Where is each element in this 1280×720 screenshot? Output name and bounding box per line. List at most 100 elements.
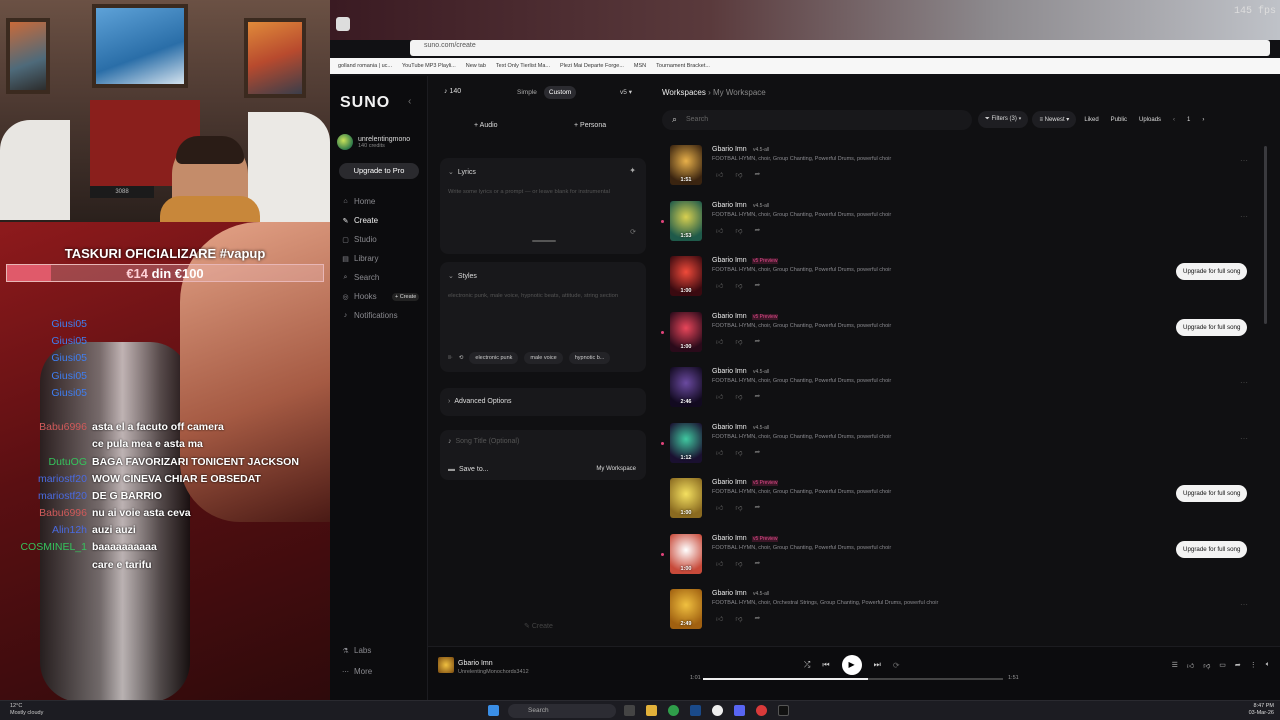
share-icon[interactable]: ➦ (754, 559, 760, 568)
previous-icon[interactable]: ⏮ (822, 660, 829, 670)
add-persona-button[interactable]: + Persona (574, 122, 606, 129)
song-title[interactable]: Gbario Imn (712, 146, 747, 153)
bookmark[interactable]: YouTube MP3 Playli... (402, 63, 456, 69)
more-options-icon[interactable]: ⋯ (1240, 434, 1248, 443)
sidebar-item-search[interactable]: ⌕ Search (342, 273, 380, 282)
more-options-icon[interactable]: ⋯ (1240, 156, 1248, 165)
song-title[interactable]: Gbario Imn (712, 535, 747, 542)
song-title-input[interactable]: ♪ Song Title (Optional) (448, 438, 519, 445)
like-icon[interactable]: 👍︎ (716, 614, 723, 623)
file-explorer-icon[interactable] (646, 705, 657, 716)
create-button[interactable]: ✎ Create (524, 622, 553, 630)
collapse-sidebar-icon[interactable]: ‹ (408, 96, 411, 107)
search-input[interactable]: Search (686, 116, 708, 123)
more-options-icon[interactable]: ⋯ (1240, 600, 1248, 609)
dislike-icon[interactable]: 👎︎ (735, 392, 742, 401)
song-row[interactable]: 1:00 Gbario Imn v5 Preview FOOTBAL HYMN, ch… (656, 309, 1280, 365)
dislike-icon[interactable]: 👎︎ (735, 226, 742, 235)
dislike-icon[interactable]: 👎︎ (735, 170, 742, 179)
next-icon[interactable]: ⏭ (874, 660, 881, 670)
suno-logo[interactable]: SUNO (340, 94, 390, 112)
styles-input[interactable]: electronic punk, male voice, hypnotic be… (448, 292, 628, 301)
song-thumbnail[interactable]: 1:53 (670, 200, 702, 241)
song-title[interactable]: Gbario Imn (712, 313, 747, 320)
workspace-select[interactable]: My Workspace (596, 466, 636, 472)
save-to-button[interactable]: ▬ Save to... (448, 466, 489, 473)
advanced-options[interactable]: › Advanced Options (440, 388, 646, 416)
scrollbar[interactable] (1264, 146, 1267, 324)
bookmark[interactable]: New tab (466, 63, 486, 69)
task-view-icon[interactable] (624, 705, 635, 716)
magic-wand-icon[interactable]: ✦ (629, 166, 636, 175)
song-title[interactable]: Gbario Imn (712, 479, 747, 486)
now-playing-artist[interactable]: UnrelentingMonochords3412 (458, 669, 529, 675)
song-row[interactable]: 1:12 Gbario Imn v4.5-all FOOTBAL HYMN, choi… (656, 420, 1280, 476)
share-icon[interactable]: ➦ (754, 392, 760, 401)
tag-bar-icon[interactable]: ⊪ (448, 355, 453, 361)
sort-button[interactable]: ≡ Newest ▾ (1032, 111, 1077, 128)
share-icon[interactable]: ➦ (754, 448, 760, 457)
song-row[interactable]: 1:51 Gbario Imn v4.5-all FOOTBAL HYMN, choi… (656, 142, 1280, 198)
volume-icon[interactable]: 🔈︎ (1266, 661, 1270, 670)
liked-filter[interactable]: Liked (1080, 112, 1102, 128)
like-icon[interactable]: 👍︎ (716, 559, 723, 568)
weather-widget[interactable]: 12°C Mostly cloudy (10, 703, 43, 717)
now-playing-title[interactable]: Gbario Imn (458, 660, 493, 667)
like-icon[interactable]: 👍︎ (716, 503, 723, 512)
like-icon[interactable]: 👍︎ (716, 226, 723, 235)
address-bar[interactable]: suno.com/create (410, 40, 1270, 56)
prev-page-icon[interactable]: ‹ (1169, 112, 1179, 128)
taskbar-search[interactable]: Search (508, 704, 616, 718)
obs-icon[interactable] (712, 705, 723, 716)
shuffle-icon[interactable]: ⤮ (804, 660, 810, 670)
like-icon[interactable]: 👍︎ (716, 337, 723, 346)
upgrade-full-song-button[interactable]: Upgrade for full song (1176, 263, 1248, 280)
dislike-icon[interactable]: 👎︎ (735, 281, 742, 290)
style-tag[interactable]: male voice (524, 352, 563, 364)
now-playing-thumbnail[interactable] (438, 657, 454, 673)
song-title[interactable]: Gbario Imn (712, 368, 747, 375)
sidebar-item-studio[interactable]: ▢ Studio (342, 235, 377, 244)
dislike-icon[interactable]: 👎︎ (735, 503, 742, 512)
sidebar-item-library[interactable]: ▤ Library (342, 254, 378, 263)
mode-custom[interactable]: Custom (543, 86, 577, 99)
account[interactable]: unrelentingmono 140 credits (337, 134, 410, 150)
song-row[interactable]: 1:53 Gbario Imn v4.5-all FOOTBAL HYMN, choi… (656, 198, 1280, 254)
more-options-icon[interactable]: ⋯ (1240, 378, 1248, 387)
style-tag[interactable]: electronic punk (469, 352, 519, 364)
like-icon[interactable]: 👍︎ (716, 281, 723, 290)
repeat-icon[interactable]: ⟳ (893, 661, 900, 670)
share-icon[interactable]: ➦ (754, 226, 760, 235)
windows-start-icon[interactable] (488, 705, 499, 716)
song-thumbnail[interactable]: 1:00 (670, 533, 702, 574)
lyrics-input[interactable]: Write some lyrics or a prompt — or leave… (448, 188, 638, 197)
browser-tab[interactable] (336, 17, 350, 31)
upgrade-to-pro-button[interactable]: Upgrade to Pro (339, 163, 419, 179)
song-thumbnail[interactable]: 2:49 (670, 589, 702, 629)
add-audio-button[interactable]: + Audio (474, 122, 498, 129)
like-icon[interactable]: 👍︎ (716, 392, 723, 401)
public-filter[interactable]: Public (1107, 112, 1131, 128)
sidebar-item-notifications[interactable]: ♪ Notifications (342, 311, 398, 320)
discord-icon[interactable] (734, 705, 745, 716)
upgrade-full-song-button[interactable]: Upgrade for full song (1176, 318, 1248, 336)
share-icon[interactable]: ➦ (754, 170, 760, 179)
sidebar-item-hooks[interactable]: ◎ Hooks (342, 292, 376, 301)
song-row[interactable]: 1:00 Gbario Imn v5 Preview FOOTBAL HYMN, ch… (656, 531, 1280, 587)
dislike-icon[interactable]: 👎︎ (735, 614, 742, 623)
bookmark[interactable]: golland romania | uc... (338, 63, 392, 69)
chrome-icon[interactable] (668, 705, 679, 716)
dislike-icon[interactable]: 👎︎ (735, 448, 742, 457)
song-title[interactable]: Gbario Imn (712, 424, 747, 431)
styles-header[interactable]: ⌄ Styles (448, 272, 477, 280)
steam-icon[interactable] (690, 705, 701, 716)
song-thumbnail[interactable]: 2:46 (670, 367, 702, 407)
sidebar-item-labs[interactable]: ⚗ Labs (342, 646, 371, 655)
workspace-search[interactable]: ⌕ Search (662, 110, 972, 130)
style-tag[interactable]: hypnotic b... (568, 352, 611, 364)
mode-simple[interactable]: Simple (512, 86, 542, 99)
share-icon[interactable]: ➦ (1235, 661, 1241, 670)
song-row[interactable]: 2:46 Gbario Imn v4.5-all FOOTBAL HYMN, choi… (656, 364, 1280, 420)
sidebar-item-home[interactable]: ⌂ Home (342, 197, 375, 206)
progress-slider[interactable] (703, 678, 1003, 680)
